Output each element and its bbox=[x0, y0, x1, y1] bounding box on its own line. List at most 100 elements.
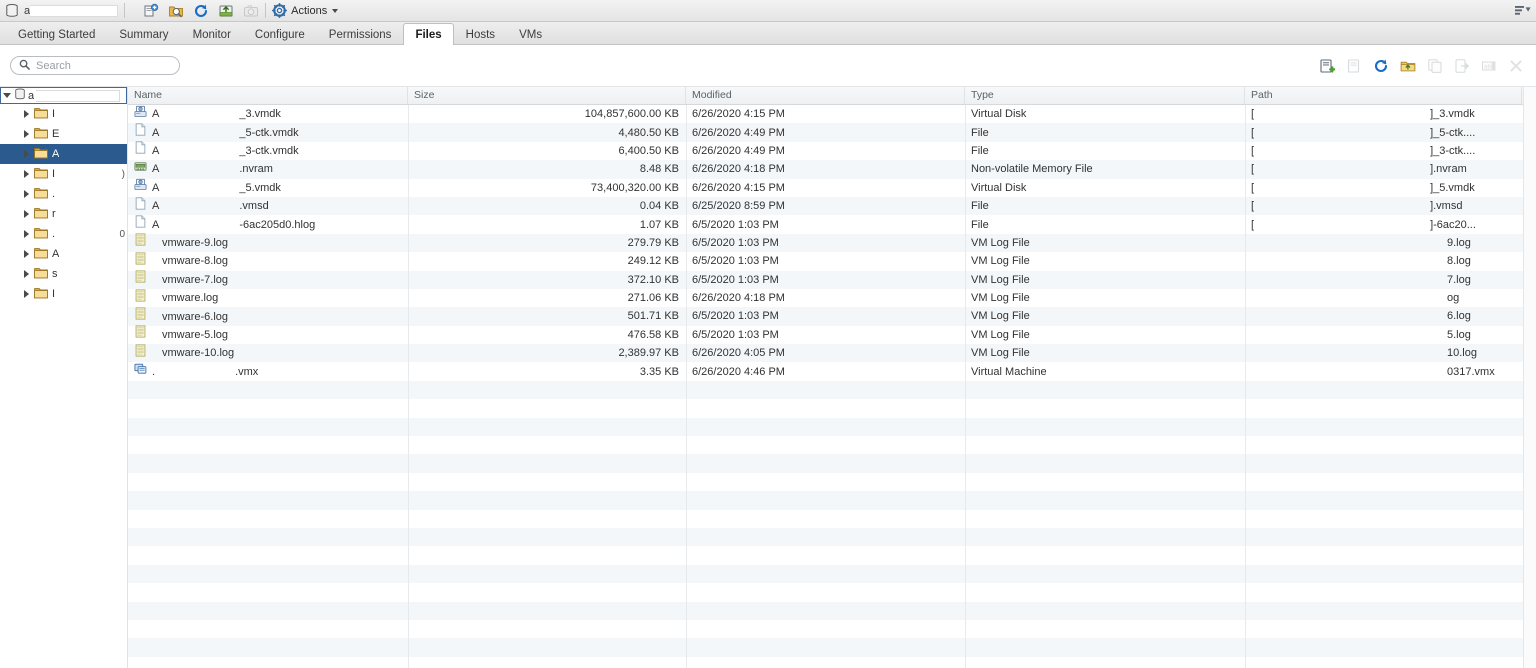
expand-arrow-icon[interactable] bbox=[24, 110, 29, 118]
refresh-icon[interactable] bbox=[193, 3, 209, 19]
actions-menu-button[interactable]: Actions bbox=[272, 2, 339, 19]
cell-type: File bbox=[971, 126, 989, 139]
table-row-empty bbox=[128, 454, 1523, 473]
cell-size: 279.79 KB bbox=[627, 236, 679, 249]
refresh-icon[interactable] bbox=[1373, 58, 1389, 74]
deploy-ovf-icon[interactable] bbox=[168, 3, 184, 19]
tab-monitor[interactable]: Monitor bbox=[181, 23, 243, 45]
new-vm-icon[interactable] bbox=[143, 3, 159, 19]
tab-files[interactable]: Files bbox=[403, 23, 454, 45]
file-name-prefix: A bbox=[152, 144, 160, 157]
cell-type: Non-volatile Memory File bbox=[971, 163, 1093, 176]
app-toolbar: a Actions bbox=[0, 0, 1536, 22]
copy-to-icon bbox=[1427, 58, 1443, 74]
column-header-name[interactable]: Name bbox=[128, 87, 408, 104]
tree-item-0[interactable]: I bbox=[0, 104, 127, 124]
table-row[interactable]: vmware-9.log 279.79 KB 6/5/2020 1:03 PM VM … bbox=[128, 233, 1523, 253]
upload-icon[interactable] bbox=[218, 3, 234, 19]
cell-size: 8.48 KB bbox=[639, 163, 679, 176]
table-row[interactable]: vmware-5.log 476.58 KB 6/5/2020 1:03 PM VM … bbox=[128, 325, 1523, 345]
tab-configure[interactable]: Configure bbox=[243, 23, 317, 45]
tab-getting-started[interactable]: Getting Started bbox=[6, 23, 107, 45]
table-row[interactable]: vmware-7.log 372.10 KB 6/5/2020 1:03 PM VM … bbox=[128, 270, 1523, 289]
app-object-header: a bbox=[4, 4, 119, 18]
tab-permissions[interactable]: Permissions bbox=[317, 23, 404, 45]
file-icon bbox=[134, 141, 147, 160]
expand-arrow-icon[interactable] bbox=[24, 170, 29, 178]
file-name-suffix: .nvram bbox=[239, 163, 273, 176]
tree-item-label: . bbox=[52, 188, 56, 200]
cell-type: VM Log File bbox=[971, 347, 1030, 360]
new-folder-icon[interactable] bbox=[1319, 58, 1336, 74]
table-row[interactable]: . .vmx 3.35 KB 6/26/2020 4:46 PM Virtual Mac… bbox=[128, 362, 1523, 381]
column-header-type[interactable]: Type bbox=[965, 87, 1245, 104]
table-row[interactable]: vmware-10.log 2,389.97 KB 6/26/2020 4:05 P… bbox=[128, 344, 1523, 363]
datastore-folder-tree[interactable]: a I E A I). r. 0 As I bbox=[0, 87, 128, 668]
column-header-path[interactable]: Path bbox=[1245, 87, 1522, 104]
log-icon bbox=[134, 233, 147, 252]
table-row[interactable]: vmware.log 271.06 KB 6/26/2020 4:18 PM VM L… bbox=[128, 288, 1523, 308]
file-name-suffix: .vmx bbox=[235, 365, 259, 378]
nvram-icon bbox=[134, 160, 147, 179]
tree-item-trailing: 0 bbox=[119, 228, 125, 240]
path-suffix: 7.log bbox=[1447, 273, 1471, 286]
vertical-scrollbar[interactable] bbox=[1523, 87, 1536, 668]
file-table-body[interactable]: A _3.vmdk 104,857,600.00 KB 6/26/2020 4:15 … bbox=[128, 105, 1523, 668]
cell-path: []_3-ctk.... bbox=[1245, 142, 1522, 160]
tree-root-datastore[interactable]: a bbox=[0, 87, 127, 104]
cell-path: 6.log bbox=[1245, 307, 1522, 325]
path-suffix: ].vmsd bbox=[1430, 200, 1463, 213]
tree-root-name-redacted bbox=[36, 89, 121, 102]
tree-root-label: a bbox=[28, 89, 35, 102]
tree-item-3[interactable]: I) bbox=[0, 164, 127, 184]
tree-item-label: A bbox=[52, 148, 60, 160]
table-row[interactable]: A _3-ctk.vmdk 6,400.50 KB 6/26/2020 4:49 PM… bbox=[128, 141, 1523, 161]
table-row[interactable]: A _5-ctk.vmdk 4,480.50 KB 6/26/2020 4:49 PM… bbox=[128, 123, 1523, 142]
collapse-panel-icon[interactable] bbox=[1514, 3, 1531, 19]
table-row[interactable]: A .nvram 8.48 KB 6/26/2020 4:18 PM Non-volat… bbox=[128, 160, 1523, 179]
column-header-size[interactable]: Size bbox=[408, 87, 686, 104]
expand-arrow-icon[interactable] bbox=[24, 190, 29, 198]
tree-item-9[interactable]: I bbox=[0, 284, 127, 304]
cell-modified: 6/5/2020 1:03 PM bbox=[692, 236, 779, 249]
virtual-disk-icon bbox=[134, 178, 147, 197]
tree-item-4[interactable]: . bbox=[0, 184, 127, 204]
tree-item-5[interactable]: r bbox=[0, 204, 127, 224]
app-object-title: a bbox=[24, 4, 119, 17]
tab-hosts[interactable]: Hosts bbox=[454, 23, 507, 45]
cell-path: [].vmsd bbox=[1245, 197, 1522, 215]
tab-vms[interactable]: VMs bbox=[507, 23, 554, 45]
expand-arrow-icon[interactable] bbox=[24, 130, 29, 138]
search-box[interactable] bbox=[10, 56, 180, 75]
cell-modified: 6/5/2020 1:03 PM bbox=[692, 310, 779, 323]
cell-type: VM Log File bbox=[971, 310, 1030, 323]
file-table: Name Size Modified Type Path A _3.vmdk 104,857… bbox=[128, 87, 1523, 668]
column-header-modified[interactable]: Modified bbox=[686, 87, 965, 104]
cell-modified: 6/26/2020 4:05 PM bbox=[692, 347, 785, 360]
file-action-icons: ab bbox=[1319, 45, 1524, 86]
table-row[interactable]: vmware-8.log 249.12 KB 6/5/2020 1:03 PM VM … bbox=[128, 252, 1523, 271]
expand-arrow-icon[interactable] bbox=[24, 270, 29, 278]
table-row[interactable]: A _3.vmdk 104,857,600.00 KB 6/26/2020 4:15 … bbox=[128, 105, 1523, 124]
expand-arrow-icon[interactable] bbox=[3, 93, 11, 98]
expand-arrow-icon[interactable] bbox=[24, 290, 29, 298]
path-suffix: ]_3.vmdk bbox=[1430, 108, 1475, 121]
table-row[interactable]: A .vmsd 0.04 KB 6/25/2020 8:59 PM File [].vms… bbox=[128, 196, 1523, 216]
table-row[interactable]: A _5.vmdk 73,400,320.00 KB 6/26/2020 4:15 P… bbox=[128, 178, 1523, 197]
expand-arrow-icon[interactable] bbox=[24, 150, 29, 158]
search-input[interactable] bbox=[36, 59, 171, 72]
expand-arrow-icon[interactable] bbox=[24, 210, 29, 218]
folder-icon bbox=[34, 287, 48, 302]
path-prefix: [ bbox=[1251, 108, 1255, 121]
tab-summary[interactable]: Summary bbox=[107, 23, 180, 45]
table-row[interactable]: vmware-6.log 501.71 KB 6/5/2020 1:03 PM VM … bbox=[128, 307, 1523, 326]
upload-folder-icon[interactable] bbox=[1400, 58, 1416, 74]
tree-item-1[interactable]: E bbox=[0, 124, 127, 144]
tree-item-2[interactable]: A bbox=[0, 144, 127, 164]
tree-item-8[interactable]: s bbox=[0, 264, 127, 284]
table-row[interactable]: A -6ac205d0.hlog 1.07 KB 6/5/2020 1:03 PM Fi… bbox=[128, 215, 1523, 234]
tree-item-6[interactable]: .0 bbox=[0, 224, 127, 244]
expand-arrow-icon[interactable] bbox=[24, 250, 29, 258]
expand-arrow-icon[interactable] bbox=[24, 230, 29, 238]
tree-item-7[interactable]: A bbox=[0, 244, 127, 264]
